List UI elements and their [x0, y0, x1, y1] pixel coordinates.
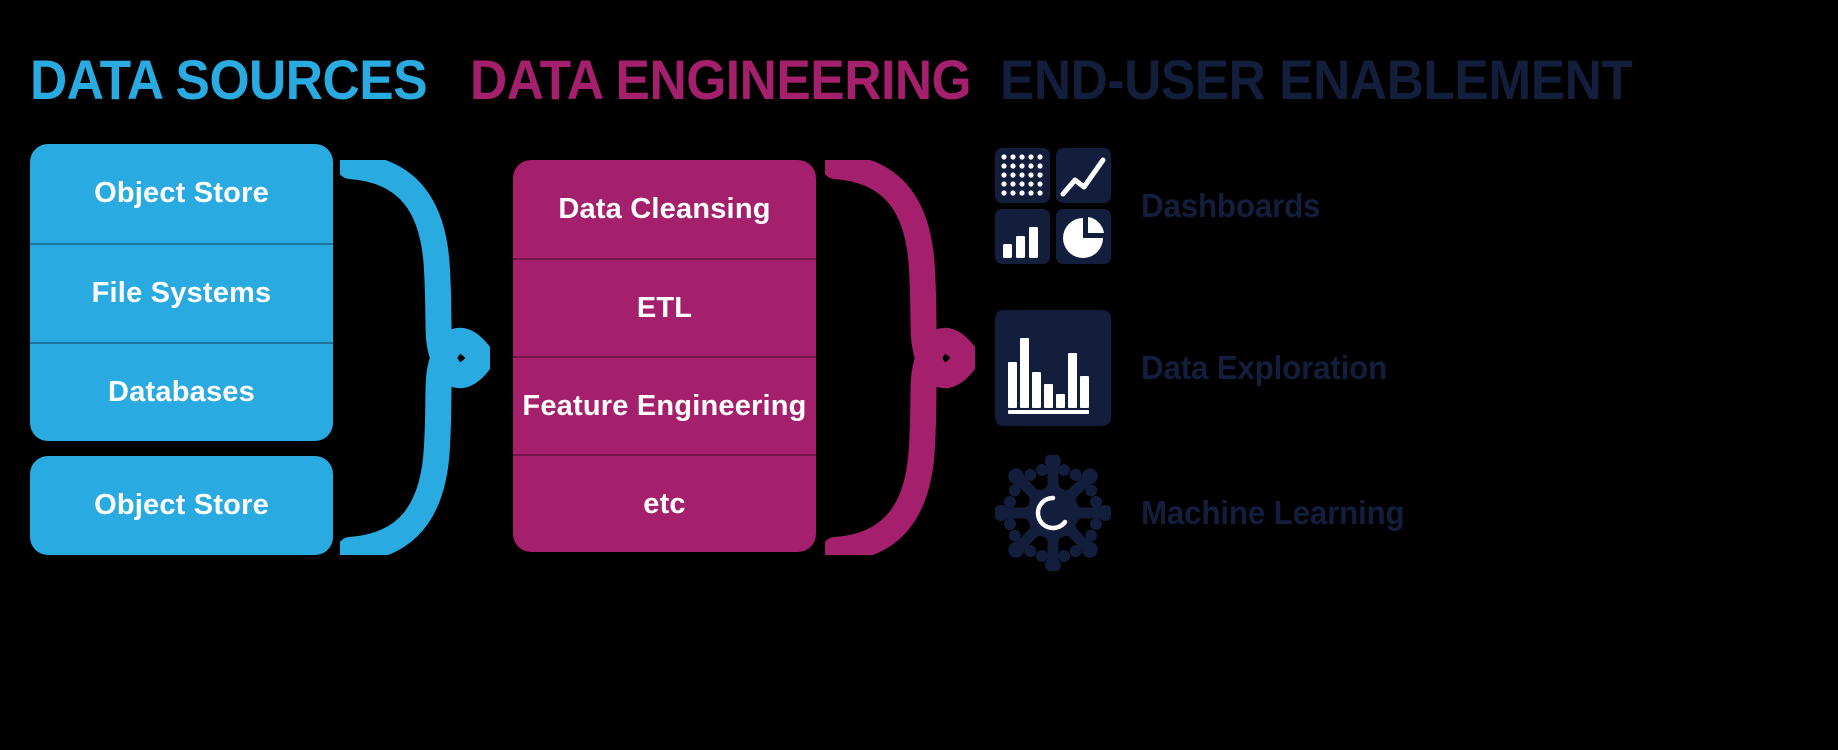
data-sources-card-secondary: Object Store [30, 456, 333, 555]
data-source-item-file-systems[interactable]: File Systems [30, 243, 333, 342]
enablement-item-machine-learning[interactable]: Machine Learning [993, 453, 1418, 573]
data-source-item-object-store-secondary[interactable]: Object Store [30, 456, 333, 555]
column-heading-end-user-enablement: END-USER ENABLEMENT [1000, 48, 1633, 111]
brace-engineering-to-enablement-icon [822, 153, 980, 563]
engineering-item-etl[interactable]: ETL [513, 258, 816, 356]
enablement-label-dashboards: Dashboards [1141, 187, 1321, 224]
data-source-item-databases[interactable]: Databases [30, 342, 333, 441]
column-heading-data-sources: DATA SOURCES [30, 48, 428, 111]
dashboard-grid-icon [995, 148, 1111, 264]
engineering-item-etc[interactable]: etc [513, 454, 816, 552]
enablement-item-dashboards[interactable]: Dashboards [995, 148, 1330, 264]
brace-sources-to-engineering-icon [337, 153, 495, 563]
data-sources-card: Object Store File Systems Databases [30, 144, 333, 441]
column-heading-data-engineering: DATA ENGINEERING [470, 48, 972, 111]
histogram-icon [995, 310, 1111, 426]
enablement-label-machine-learning: Machine Learning [1141, 494, 1405, 531]
engineering-item-feature-engineering[interactable]: Feature Engineering [513, 356, 816, 454]
data-engineering-card: Data Cleansing ETL Feature Engineering e… [513, 160, 816, 552]
data-source-item-object-store[interactable]: Object Store [30, 144, 333, 243]
engineering-item-data-cleansing[interactable]: Data Cleansing [513, 160, 816, 258]
enablement-label-data-exploration: Data Exploration [1141, 349, 1388, 386]
neural-snowflake-icon [993, 453, 1113, 573]
diagram-canvas: DATA SOURCES DATA ENGINEERING END-USER E… [0, 0, 1838, 750]
enablement-item-data-exploration[interactable]: Data Exploration [995, 310, 1400, 426]
